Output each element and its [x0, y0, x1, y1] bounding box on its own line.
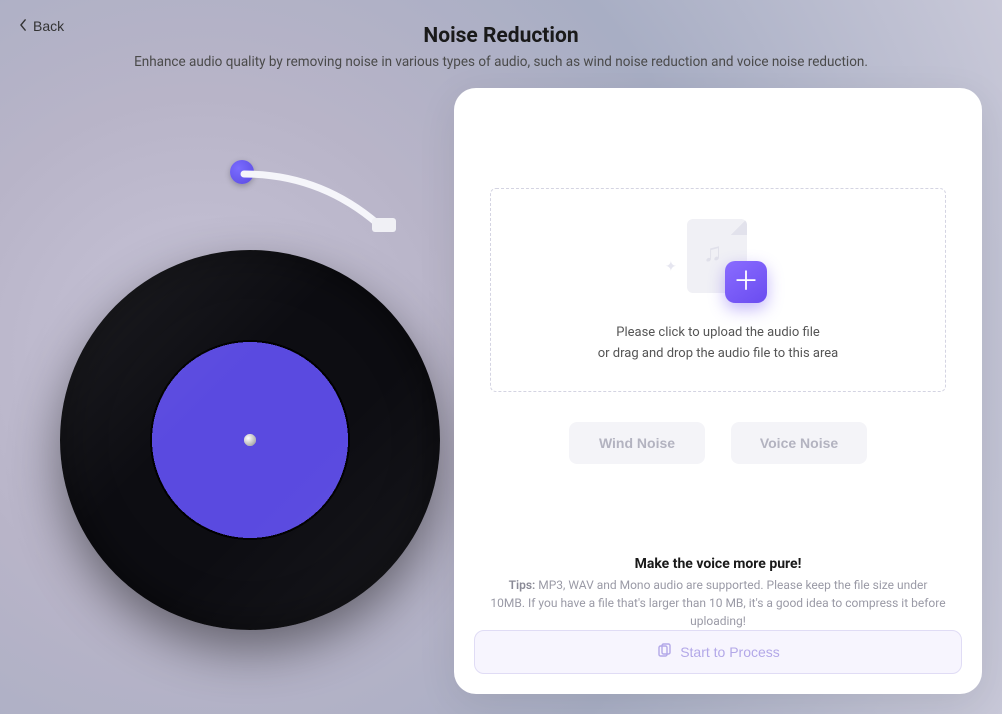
page-subtitle: Enhance audio quality by removing noise …	[0, 54, 1002, 70]
music-note-icon: ♫	[703, 237, 723, 268]
plus-icon: ＋	[725, 261, 767, 303]
vinyl-record-icon	[60, 250, 440, 630]
upload-card: ✦ ♫ ＋ Please click to upload the audio f…	[454, 88, 982, 694]
sparkle-icon: ✦	[665, 259, 677, 275]
dropzone-line1: Please click to upload the audio file	[616, 325, 820, 340]
vinyl-illustration	[40, 140, 450, 660]
dropzone-line2: or drag and drop the audio file to this …	[598, 346, 838, 361]
tips-text: MP3, WAV and Mono audio are supported. P…	[490, 578, 945, 628]
voice-noise-button[interactable]: Voice Noise	[731, 422, 867, 464]
upload-illustration: ✦ ♫ ＋	[663, 219, 773, 305]
process-label: Start to Process	[680, 644, 780, 660]
upload-dropzone[interactable]: ✦ ♫ ＋ Please click to upload the audio f…	[490, 188, 946, 392]
wind-noise-button[interactable]: Wind Noise	[569, 422, 705, 464]
page-title: Noise Reduction	[0, 24, 1002, 48]
tips-label: Tips:	[509, 578, 536, 592]
start-process-button[interactable]: Start to Process	[474, 630, 962, 674]
tips-body: Tips: MP3, WAV and Mono audio are suppor…	[490, 576, 946, 630]
tonearm-icon	[240, 170, 400, 240]
mode-buttons: Wind Noise Voice Noise	[490, 422, 946, 464]
tips-block: Make the voice more pure! Tips: MP3, WAV…	[490, 556, 946, 630]
tips-headline: Make the voice more pure!	[490, 556, 946, 572]
copy-icon	[656, 643, 672, 662]
tonearm-pivot-icon	[230, 160, 254, 184]
